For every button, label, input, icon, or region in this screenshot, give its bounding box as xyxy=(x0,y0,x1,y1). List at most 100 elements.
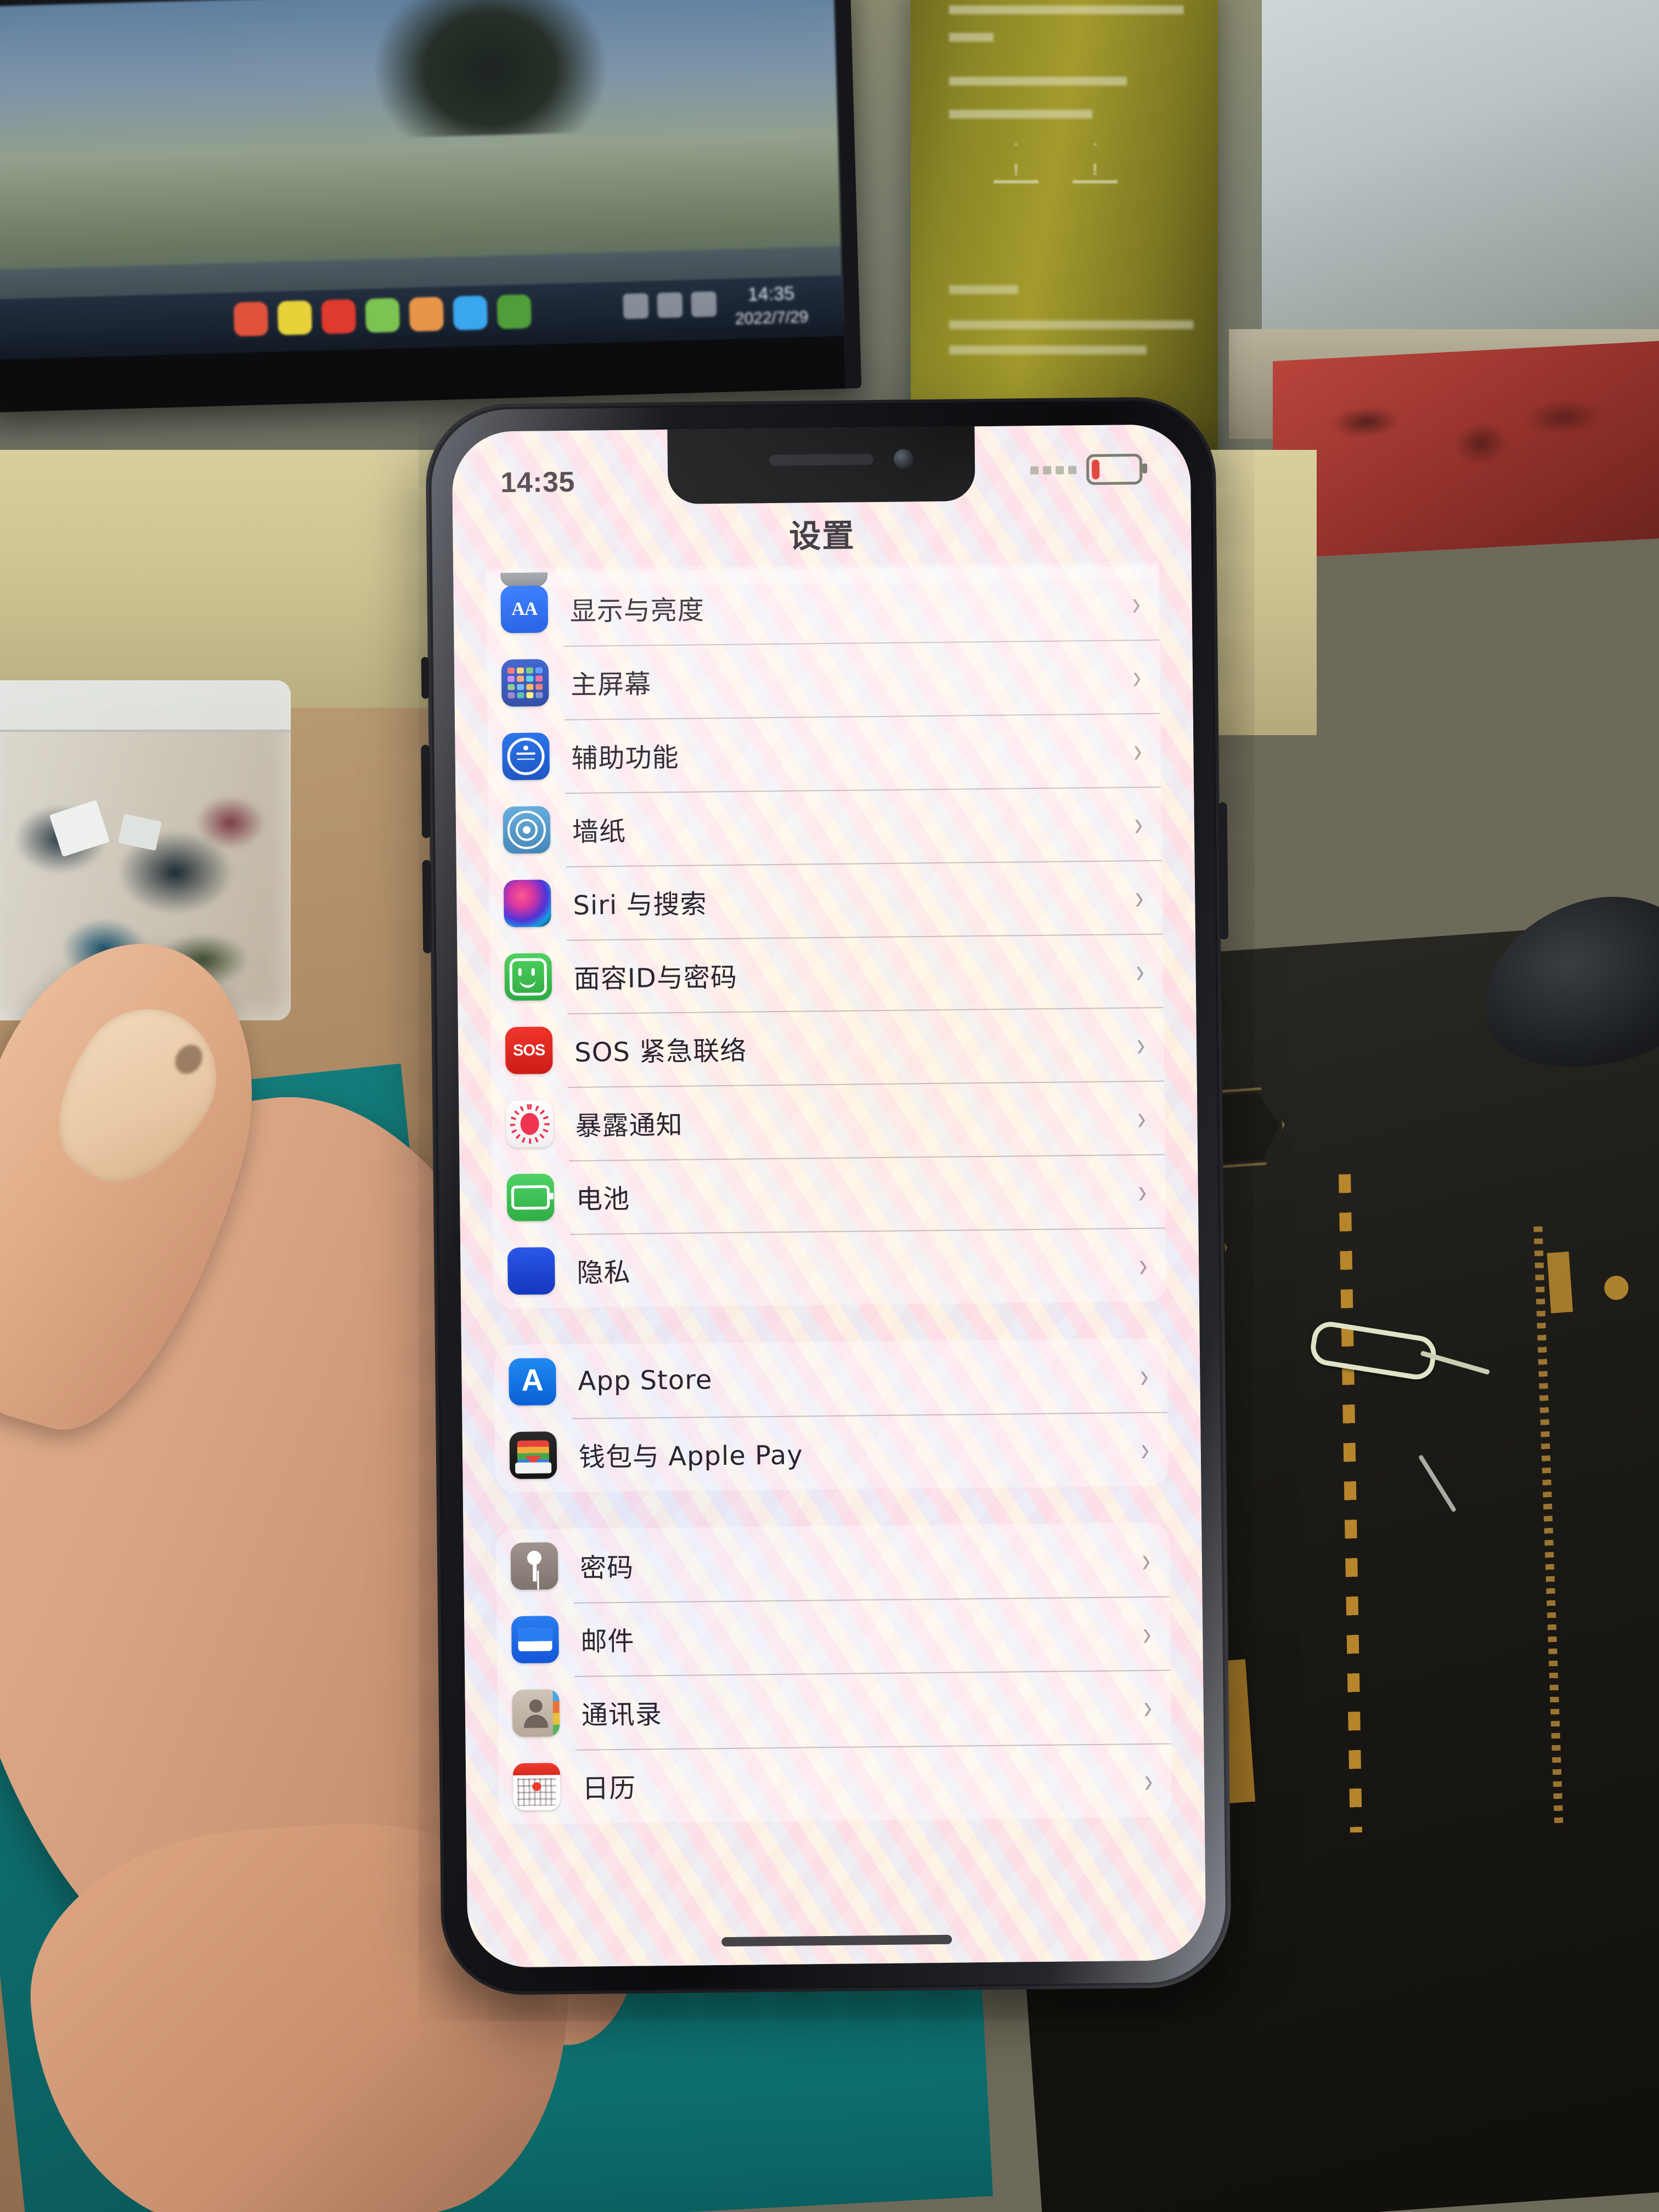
wallpaper-icon xyxy=(503,806,551,854)
row-label: Siri 与搜索 xyxy=(573,889,707,921)
row-label: 辅助功能 xyxy=(571,742,679,774)
road-block-c xyxy=(1603,1275,1629,1301)
taskbar-tray xyxy=(623,291,717,319)
status-bar-time: 14:35 xyxy=(500,466,575,499)
iphone: 14:35 设置 AA 显示与亮度 › 主屏幕 › 辅助功能 › 墙纸 › Si… xyxy=(421,396,1232,1996)
app-store-icon: A xyxy=(509,1358,556,1406)
can-label-text-top xyxy=(949,0,1196,230)
mail-icon xyxy=(511,1616,559,1664)
settings-row-exposure-notifications[interactable]: 暴露通知 › xyxy=(492,1081,1165,1161)
road-dash-line xyxy=(1339,1174,1362,1833)
privacy-icon xyxy=(507,1247,555,1295)
network-icon xyxy=(623,293,649,319)
red-paper-calligraphy xyxy=(1306,376,1613,524)
photo-canvas: 14:35 2022/7/29 ! ! 14:35 设置 AA 显示与亮度 › … xyxy=(0,0,1659,2212)
display-icon xyxy=(657,292,683,318)
row-label: 显示与亮度 xyxy=(569,595,705,627)
power-button[interactable] xyxy=(1218,802,1229,940)
desktop-monitor: 14:35 2022/7/29 xyxy=(0,0,862,413)
taskbar-date: 2022/7/29 xyxy=(735,308,809,328)
settings-row-app-store[interactable]: A App Store › xyxy=(494,1339,1167,1419)
settings-list[interactable]: AA 显示与亮度 › 主屏幕 › 辅助功能 › 墙纸 › Siri 与搜索 › … xyxy=(453,561,1206,1968)
settings-row-face-id[interactable]: 面容ID与密码 › xyxy=(490,934,1163,1014)
settings-row-passwords[interactable]: 密码 › xyxy=(496,1523,1169,1604)
chevron-right-icon: › xyxy=(1142,1613,1152,1653)
status-bar-indicators xyxy=(1030,453,1143,486)
battery-level-fill xyxy=(1091,459,1100,479)
chevron-right-icon: › xyxy=(1132,583,1141,623)
volume-up-button[interactable] xyxy=(421,744,431,838)
road-dot-line xyxy=(1533,1226,1564,1830)
thumbnail-mark xyxy=(170,1039,208,1080)
settings-row-mail[interactable]: 邮件 › xyxy=(497,1596,1170,1677)
settings-row-calendar[interactable]: 日历 › xyxy=(499,1743,1172,1824)
chevron-right-icon: › xyxy=(1137,1098,1146,1137)
chevron-right-icon: › xyxy=(1134,804,1143,843)
dock-icon-1 xyxy=(233,301,269,337)
olive-can xyxy=(911,0,1218,461)
settings-row-display-brightness[interactable]: AA 显示与亮度 › xyxy=(486,566,1159,647)
row-label: 通讯录 xyxy=(581,1699,663,1731)
battery-icon xyxy=(506,1173,555,1222)
row-label: 日历 xyxy=(582,1773,636,1804)
row-label: 面容ID与密码 xyxy=(573,962,738,995)
settings-row-emergency-sos[interactable]: SOS SOS 紧急联络 › xyxy=(490,1007,1164,1088)
face-id-icon xyxy=(504,953,552,1001)
chevron-right-icon: › xyxy=(1139,1356,1149,1395)
chevron-right-icon: › xyxy=(1132,657,1142,696)
thumbnail xyxy=(28,982,244,1209)
row-label: 钱包与 Apple Pay xyxy=(578,1440,804,1473)
dock-icon-6 xyxy=(453,295,488,331)
chevron-right-icon: › xyxy=(1143,1687,1153,1726)
red-paper xyxy=(1273,341,1659,559)
dock-icon-7 xyxy=(496,294,532,329)
settings-row-battery[interactable]: 电池 › xyxy=(492,1154,1165,1235)
wallpaper-tree xyxy=(372,0,608,138)
row-label: 邮件 xyxy=(580,1626,635,1657)
taskbar-clock: 14:35 2022/7/29 xyxy=(721,281,821,332)
taskbar-time: 14:35 xyxy=(747,283,795,306)
volume-icon xyxy=(691,291,717,318)
settings-row-siri-search[interactable]: Siri 与搜索 › xyxy=(489,860,1163,941)
row-label: SOS 紧急联络 xyxy=(574,1035,747,1068)
dock-icon-4 xyxy=(365,297,400,333)
warning-triangle-icon-2 xyxy=(1072,143,1118,183)
settings-row-home-screen[interactable]: 主屏幕 › xyxy=(487,640,1160,720)
chevron-right-icon: › xyxy=(1136,1024,1146,1064)
wallet-apple-pay-icon xyxy=(509,1431,557,1480)
settings-group-store: A App Store › 钱包与 Apple Pay › xyxy=(494,1338,1169,1493)
chevron-right-icon: › xyxy=(1135,877,1144,917)
dock-icon-5 xyxy=(409,296,444,332)
siri-search-icon xyxy=(503,879,551,928)
chevron-right-icon: › xyxy=(1138,1171,1147,1211)
status-bar: 14:35 xyxy=(452,424,1190,514)
chevron-right-icon: › xyxy=(1144,1760,1153,1800)
row-label: 主屏幕 xyxy=(570,669,652,701)
chevron-right-icon: › xyxy=(1142,1540,1151,1579)
signal-dots-icon xyxy=(1030,465,1077,475)
battery-low-icon xyxy=(1086,453,1143,486)
home-screen-icon xyxy=(501,659,549,707)
display-brightness-icon: AA xyxy=(500,585,549,634)
emergency-sos-icon: SOS xyxy=(505,1026,553,1075)
settings-row-privacy[interactable]: 隐私 › xyxy=(493,1228,1166,1308)
row-label: 墙纸 xyxy=(572,816,627,848)
row-label: 隐私 xyxy=(577,1257,631,1289)
settings-row-wallet-apple-pay[interactable]: 钱包与 Apple Pay › xyxy=(495,1412,1168,1493)
volume-down-button[interactable] xyxy=(422,860,432,953)
phone-screen[interactable]: 14:35 设置 AA 显示与亮度 › 主屏幕 › 辅助功能 › 墙纸 › Si… xyxy=(452,424,1206,1968)
settings-row-wallpaper[interactable]: 墙纸 › xyxy=(488,787,1161,867)
taskbar-dock xyxy=(233,294,532,337)
chevron-right-icon: › xyxy=(1136,951,1145,990)
passwords-icon xyxy=(510,1542,558,1590)
road-block-b xyxy=(1547,1251,1573,1313)
settings-row-contacts[interactable]: 通讯录 › xyxy=(498,1670,1171,1751)
warning-triangle-icon xyxy=(993,143,1039,183)
settings-group-accounts: 密码 › 邮件 › 通讯录 › 日历 › xyxy=(496,1522,1172,1824)
chevron-right-icon: › xyxy=(1133,730,1142,770)
settings-row-accessibility[interactable]: 辅助功能 › xyxy=(488,713,1161,794)
mute-switch[interactable] xyxy=(421,657,430,699)
contacts-icon xyxy=(512,1689,560,1737)
row-label: App Store xyxy=(578,1364,713,1397)
row-label: 电池 xyxy=(575,1183,630,1215)
